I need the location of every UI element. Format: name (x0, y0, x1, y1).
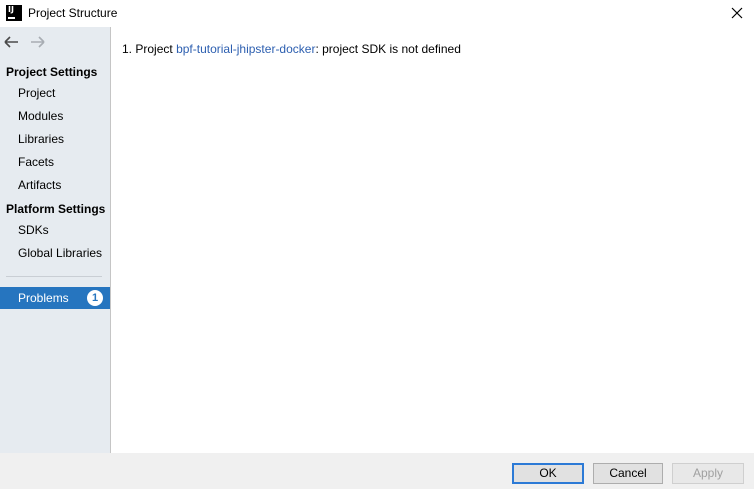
sidebar-item-global-libraries[interactable]: Global Libraries (0, 242, 110, 264)
problems-panel: 1. Project bpf-tutorial-jhipster-docker:… (111, 27, 754, 453)
title-bar: IJ Project Structure (0, 0, 754, 27)
intellij-app-icon: IJ (6, 5, 22, 21)
sidebar-item-label: Problems (18, 291, 69, 305)
window-title: Project Structure (28, 6, 118, 20)
dialog-footer: OK Cancel Apply (0, 453, 754, 489)
ok-button[interactable]: OK (512, 463, 584, 484)
project-settings-heading: Project Settings (6, 65, 98, 79)
sidebar-item-sdks[interactable]: SDKs (0, 219, 110, 241)
problem-prefix: Project (135, 42, 173, 56)
sidebar-item-label: Facets (18, 155, 55, 169)
sidebar-item-libraries[interactable]: Libraries (0, 128, 110, 150)
sidebar-item-label: Modules (18, 109, 64, 123)
problem-item: 1. Project bpf-tutorial-jhipster-docker:… (122, 42, 461, 56)
sidebar-item-artifacts[interactable]: Artifacts (0, 174, 110, 196)
project-link[interactable]: bpf-tutorial-jhipster-docker (176, 42, 315, 56)
arrow-right-icon (31, 36, 45, 48)
apply-button[interactable]: Apply (672, 463, 744, 484)
sidebar-item-problems[interactable]: Problems 1 (0, 287, 110, 309)
forward-button[interactable] (28, 34, 46, 50)
close-icon (731, 7, 743, 19)
platform-settings-heading: Platform Settings (6, 202, 106, 216)
problem-index: 1. (122, 42, 133, 56)
sidebar-item-label: Global Libraries (18, 246, 103, 260)
problem-message: : project SDK is not defined (315, 42, 461, 56)
sidebar-item-label: Project (18, 86, 56, 100)
sidebar-item-project[interactable]: Project (0, 82, 110, 104)
sidebar-item-label: Artifacts (18, 178, 62, 192)
arrow-left-icon (4, 36, 18, 48)
sidebar-separator (6, 276, 102, 277)
sidebar-item-facets[interactable]: Facets (0, 151, 110, 173)
cancel-button[interactable]: Cancel (593, 463, 663, 484)
sidebar-item-label: SDKs (18, 223, 49, 237)
problems-count-badge: 1 (87, 290, 103, 306)
back-button[interactable] (3, 34, 21, 50)
close-button[interactable] (720, 0, 754, 27)
sidebar: Project Settings Project Modules Librari… (0, 27, 110, 453)
sidebar-item-modules[interactable]: Modules (0, 105, 110, 127)
sidebar-item-label: Libraries (18, 132, 65, 146)
